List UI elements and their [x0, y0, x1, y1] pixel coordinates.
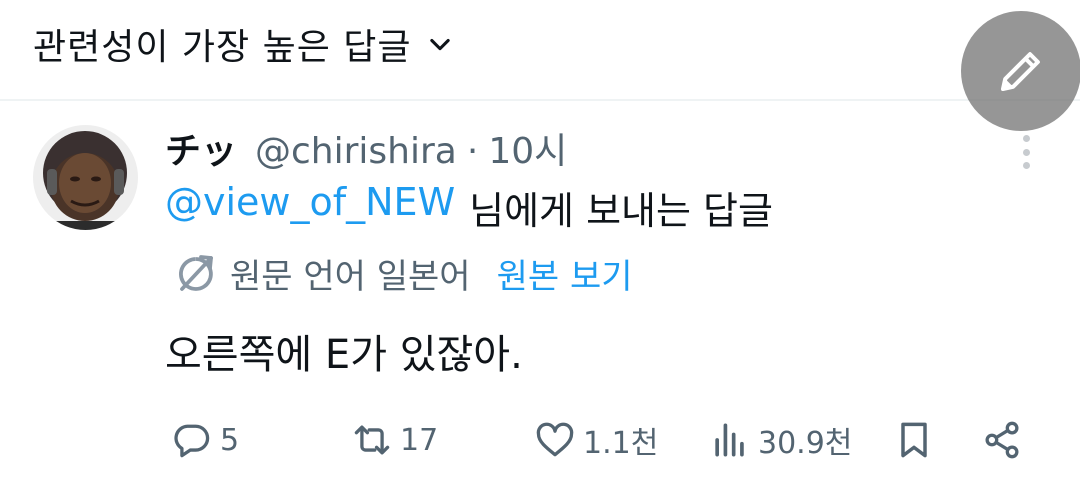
show-original-link[interactable]: 원본 보기: [497, 249, 633, 298]
share-icon: [985, 421, 1019, 459]
tweet-actions: 5 17 1.1천 30.9천: [0, 410, 1080, 470]
meta-separator: ·: [466, 131, 479, 172]
tweet-meta: チッ @chirishira · 10시: [165, 122, 567, 172]
sort-dropdown[interactable]: 관련성이 가장 높은 답글: [33, 18, 454, 70]
reply-button[interactable]: 5: [170, 410, 239, 470]
replies-header: 관련성이 가장 높은 답글: [0, 0, 1080, 100]
reply-context: @view_of_NEW 님에게 보내는 답글: [165, 180, 773, 235]
reply-context-text: 님에게 보내는 답글: [469, 189, 773, 233]
retweet-count: 17: [400, 422, 439, 458]
dot: [1022, 148, 1030, 156]
mention-link[interactable]: @view_of_NEW: [165, 180, 455, 235]
share-button[interactable]: [980, 410, 1024, 470]
view-count: 30.9천: [758, 426, 853, 461]
retweet-icon: [354, 425, 390, 455]
tweet-text: 오른쪽에 E가 있잖아.: [165, 332, 523, 378]
translate-icon: [179, 254, 213, 291]
translation-info: 원문 언어 일본어: [230, 257, 471, 297]
views-button[interactable]: 30.9천: [708, 410, 852, 470]
more-vertical-icon[interactable]: [1016, 135, 1036, 169]
display-name[interactable]: チッ: [165, 122, 237, 174]
user-handle[interactable]: @chirishira: [255, 131, 457, 172]
bookmark-button[interactable]: [892, 410, 936, 470]
bookmark-icon: [901, 422, 927, 458]
timestamp[interactable]: 10시: [488, 122, 567, 174]
like-button[interactable]: 1.1천: [533, 410, 658, 470]
translation-bar: 원문 언어 일본어 원본 보기: [172, 249, 633, 298]
avatar[interactable]: [33, 125, 138, 230]
reply-icon: [174, 424, 210, 458]
retweet-button[interactable]: 17: [350, 410, 438, 470]
pencil-icon: [1000, 52, 1040, 92]
compose-button[interactable]: [961, 11, 1080, 131]
sort-label: 관련성이 가장 높은 답글: [33, 27, 412, 68]
reply-count: 5: [220, 422, 240, 458]
avatar-image: [33, 125, 138, 230]
chevron-down-icon: [429, 38, 450, 51]
like-icon: [536, 422, 574, 457]
dot: [1022, 135, 1030, 142]
dot: [1022, 162, 1030, 169]
like-count: 1.1천: [583, 426, 659, 461]
views-icon: [715, 423, 744, 457]
header-divider: [0, 99, 1080, 101]
